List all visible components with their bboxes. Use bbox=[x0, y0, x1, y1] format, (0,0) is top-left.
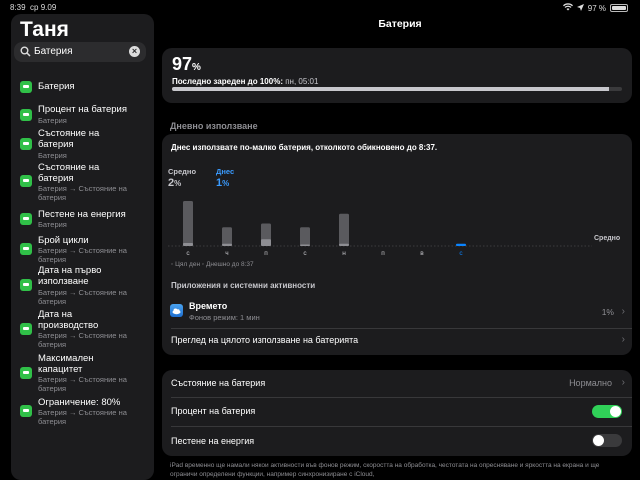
search-icon bbox=[20, 46, 31, 57]
result-title: Брой цикли bbox=[38, 235, 89, 246]
divider bbox=[171, 426, 632, 427]
bar-until-now bbox=[222, 243, 232, 246]
daily-usage-header: Дневно използване bbox=[170, 121, 258, 131]
battery-icon bbox=[20, 405, 32, 417]
result-subtitle: Батерия → Състояние на батерия bbox=[38, 288, 127, 306]
result-title: Състояние на батерия bbox=[38, 128, 100, 150]
battery-health-value: Нормално bbox=[569, 378, 612, 388]
result-title: Пестене на енергия bbox=[38, 209, 126, 220]
day-tick-label: с bbox=[459, 250, 463, 257]
clear-search-icon[interactable]: × bbox=[129, 46, 140, 57]
usage-card: Днес използвате по-малко батерия, отколк… bbox=[162, 134, 632, 355]
result-title: Ограничение: 80% bbox=[38, 397, 121, 408]
location-icon bbox=[576, 3, 584, 13]
bar-all-day bbox=[183, 201, 193, 246]
usage-chart: Средно с ч п с н п в с bbox=[168, 201, 620, 257]
result-subtitle: Батерия → Състояние на батерия bbox=[38, 408, 127, 426]
average-line-label: Средно bbox=[594, 235, 620, 242]
low-power-toggle[interactable] bbox=[592, 434, 622, 447]
view-all-usage-label: Преглед на цялото използване на батерият… bbox=[171, 335, 359, 345]
result-subtitle: Батерия → Състояние на батерия bbox=[38, 246, 127, 264]
result-title: Дата на производство bbox=[38, 309, 99, 331]
page-title: Батерия bbox=[378, 18, 422, 30]
day-tick-label: ч bbox=[225, 250, 228, 257]
battery-icon bbox=[610, 4, 628, 12]
battery-icon bbox=[20, 175, 32, 187]
result-title: Състояние на батерия bbox=[38, 162, 100, 184]
result-subtitle: Батерия bbox=[38, 151, 67, 160]
result-title: Дата на първо използване bbox=[38, 265, 102, 287]
sidebar: Таня Батерия × Батерия Процент на батери… bbox=[11, 14, 154, 480]
battery-icon bbox=[20, 243, 32, 255]
result-subtitle: Батерия → Състояние на батерия bbox=[38, 375, 127, 393]
search-field[interactable]: Батерия × bbox=[14, 42, 146, 62]
day-tick-label: п bbox=[381, 250, 385, 257]
result-subtitle: Батерия bbox=[38, 116, 67, 125]
battery-icon bbox=[20, 367, 32, 379]
settings-card: Състояние на батерия Нормално › Процент … bbox=[162, 370, 632, 456]
battery-icon bbox=[20, 323, 32, 335]
result-subtitle: Батерия → Състояние на батерия bbox=[38, 184, 127, 202]
battery-icon bbox=[20, 213, 32, 225]
bar-until-now bbox=[183, 243, 193, 246]
result-title: Батерия bbox=[38, 81, 75, 92]
last-charged: Последно зареден до 100%: пн, 05:01 bbox=[172, 77, 319, 86]
day-tick-label: с bbox=[303, 250, 307, 257]
battery-health-label: Състояние на батерия bbox=[171, 378, 266, 388]
result-title: Процент на батерия bbox=[38, 104, 127, 115]
battery-icon bbox=[20, 279, 32, 291]
result-subtitle: Батерия bbox=[38, 220, 67, 229]
bar-until-now bbox=[339, 243, 349, 246]
divider bbox=[171, 397, 632, 398]
status-bar: 8:39 ср 9.09 97 % bbox=[0, 0, 640, 14]
battery-percentage-label: Процент на батерия bbox=[171, 406, 256, 416]
battery-icon bbox=[20, 109, 32, 121]
result-title: Максимален капацитет bbox=[38, 353, 94, 375]
battery-icon bbox=[20, 81, 32, 93]
battery-percent: 97 % bbox=[587, 3, 606, 13]
apps-header: Приложения и системни активности bbox=[171, 281, 316, 290]
search-input[interactable]: Батерия bbox=[34, 46, 73, 57]
divider bbox=[171, 328, 632, 329]
bar-all-day bbox=[222, 227, 232, 246]
low-power-footnote: iPad временно ще намали някои активности… bbox=[170, 462, 600, 478]
status-time: 8:39 ср 9.09 bbox=[10, 3, 57, 12]
status-right: 97 % bbox=[562, 3, 628, 13]
result-subtitle: Батерия → Състояние на батерия bbox=[38, 331, 127, 349]
wifi-icon bbox=[562, 3, 573, 13]
weather-app-icon bbox=[170, 304, 183, 317]
day-tick-label: с bbox=[186, 250, 190, 257]
battery-level-card: 97% Последно зареден до 100%: пн, 05:01 bbox=[162, 48, 632, 103]
day-tick-label: в bbox=[420, 250, 424, 257]
day-tick-label: н bbox=[342, 250, 346, 257]
app-name: Времето bbox=[189, 301, 228, 311]
battery-percent-large: 97% bbox=[172, 54, 201, 74]
bar-until-now bbox=[456, 243, 466, 246]
app-percent: 1% bbox=[601, 307, 614, 317]
low-power-label: Пестене на енергия bbox=[171, 436, 255, 446]
chevron-right-icon: › bbox=[621, 334, 625, 345]
day-tick-label: п bbox=[264, 250, 268, 257]
bar-all-day bbox=[300, 227, 310, 246]
chevron-right-icon: › bbox=[621, 306, 625, 317]
chart-legend: ◦ Цял ден ◦ Днешно до 8:37 bbox=[171, 261, 254, 268]
chevron-right-icon: › bbox=[621, 377, 625, 388]
battery-level-bar bbox=[172, 87, 622, 91]
battery-icon bbox=[20, 138, 32, 150]
battery-percentage-toggle[interactable] bbox=[592, 405, 622, 418]
sidebar-title: Таня bbox=[20, 18, 69, 41]
bar-until-now bbox=[300, 244, 310, 246]
app-subtitle: Фонов режим: 1 мин bbox=[189, 313, 260, 322]
bar-until-now bbox=[261, 239, 271, 246]
bar-all-day bbox=[339, 213, 349, 246]
